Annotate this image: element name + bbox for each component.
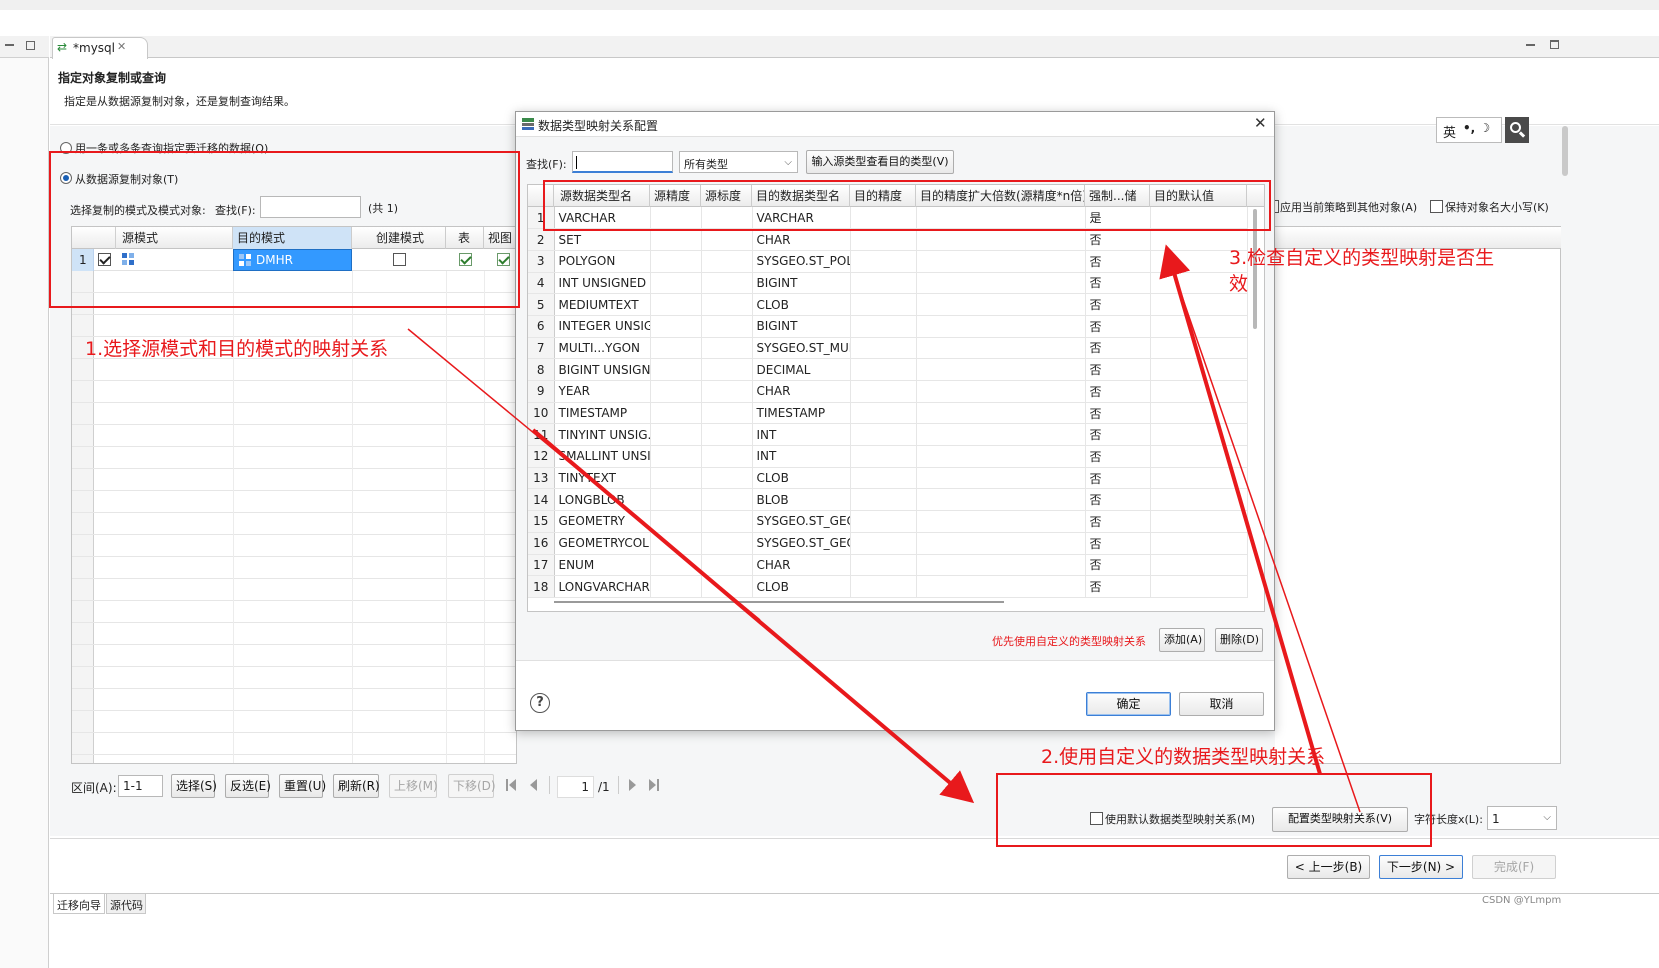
arrow-step1-bold: [531, 428, 975, 804]
arrow-step3-thin: [1165, 249, 1361, 813]
annotation-arrows: [407, 244, 1361, 813]
arrow-step3-bold: [1159, 244, 1322, 775]
